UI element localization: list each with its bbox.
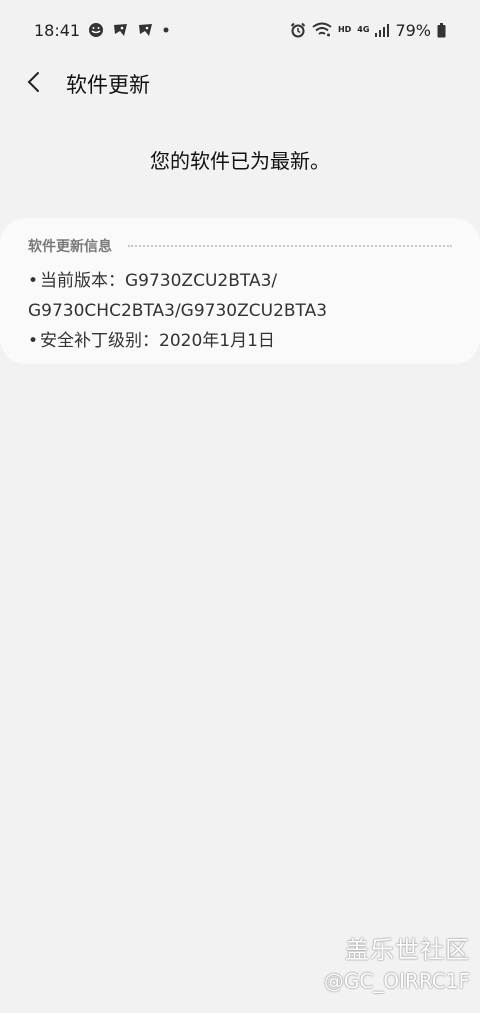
update-status-message: 您的软件已为最新。 [150,149,330,173]
update-info-card: 软件更新信息 • 当前版本：G9730ZCU2BTA3/ G9730CHC2BT… [0,218,480,364]
section-title: 软件更新信息 [28,239,112,255]
dot-icon [162,26,170,34]
alarm-icon [290,22,306,38]
watermark-brand: 盖乐世社区 [345,936,470,964]
battery-percent: 79% [395,20,431,40]
item-label: 当前版本： [40,271,125,291]
item-label: 安全补丁级别： [40,331,159,351]
watermark: 盖乐世社区 @GC_OIRRC1F [324,930,470,993]
battery-icon [437,22,446,38]
version-value-line2: G9730CHC2BTA3/G9730ZCU2BTA3 [28,301,328,321]
watermark-user: @GC_OIRRC1F [323,969,470,993]
version-value-line1: G9730ZCU2BTA3/ [125,271,278,291]
status-time: 18:41 [34,20,81,40]
page-title: 软件更新 [66,73,150,97]
notification-app-icon [88,22,104,38]
bullet-icon: • [28,331,39,351]
app-header: 软件更新 [0,60,480,108]
notification-app-icon [112,22,129,38]
status-bar: 18:41 HD 4G 79% [0,0,480,60]
back-button[interactable] [10,60,58,108]
list-item-current-version: • 当前版本：G9730ZCU2BTA3/ G9730CHC2BTA3/G973… [28,266,452,326]
section-divider [128,245,452,247]
signal-icon [375,23,390,37]
chevron-left-icon [26,71,42,97]
software-update-screen: 18:41 HD 4G 79% 软件更新 您的软件已为最新。 软件更新信息 • … [0,0,480,1013]
status-bar-left: 18:41 [34,21,170,40]
status-bar-right: HD 4G 79% [290,21,446,40]
hd-indicator: HD [337,25,352,34]
network-type-indicator: 4G [357,25,370,34]
list-item-security-patch: • 安全补丁级别： 2020年1月1日 [28,326,452,356]
wifi-icon [312,22,332,38]
version-block: 当前版本：G9730ZCU2BTA3/ G9730CHC2BTA3/G9730Z… [28,266,327,326]
security-patch-value: 2020年1月1日 [159,331,275,351]
info-list: • 当前版本：G9730ZCU2BTA3/ G9730CHC2BTA3/G973… [28,266,452,356]
section-header: 软件更新信息 [28,236,452,256]
notification-app-icon [137,22,154,38]
